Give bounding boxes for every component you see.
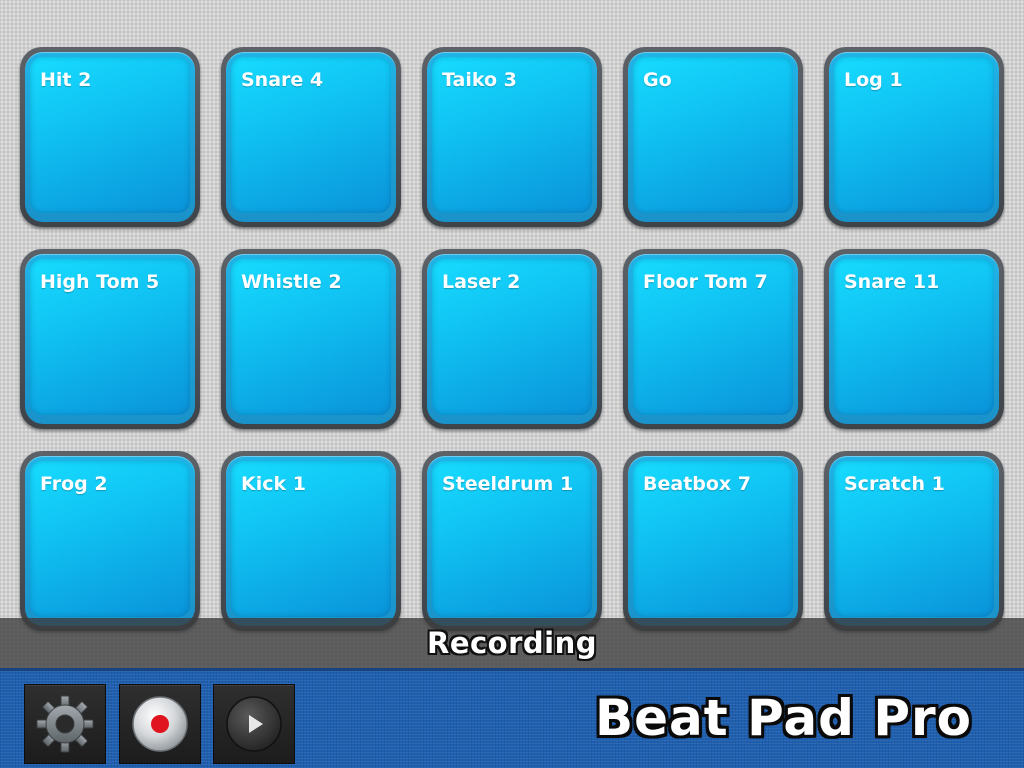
pad-label: Scratch 1: [844, 473, 945, 495]
pad-snare-11[interactable]: Snare 11: [824, 249, 1004, 429]
recording-status-bar: Recording: [0, 618, 1024, 668]
record-button[interactable]: [119, 684, 201, 764]
pad-go[interactable]: Go: [623, 47, 803, 227]
pad-laser-2[interactable]: Laser 2: [422, 249, 602, 429]
pad-label: Hit 2: [40, 69, 92, 91]
recording-status-text: Recording: [426, 626, 598, 660]
pad-label: Taiko 3: [442, 69, 517, 91]
pad-label: Laser 2: [442, 271, 521, 293]
pad-snare-4[interactable]: Snare 4: [221, 47, 401, 227]
app-logo: Beat Pad Pro: [595, 689, 972, 747]
settings-button[interactable]: [24, 684, 106, 764]
pad-label: Beatbox 7: [643, 473, 752, 495]
pad-label: Snare 11: [844, 271, 940, 293]
pad-label: Steeldrum 1: [442, 473, 574, 495]
gear-icon: [36, 695, 94, 753]
pad-label: Kick 1: [241, 473, 306, 495]
pad-steeldrum-1[interactable]: Steeldrum 1: [422, 451, 602, 631]
pad-log-1[interactable]: Log 1: [824, 47, 1004, 227]
play-button[interactable]: [213, 684, 295, 764]
pad-label: Log 1: [844, 69, 903, 91]
pad-floor-tom-7[interactable]: Floor Tom 7: [623, 249, 803, 429]
pad-scratch-1[interactable]: Scratch 1: [824, 451, 1004, 631]
pad-label: Whistle 2: [241, 271, 342, 293]
pad-hit-2[interactable]: Hit 2: [20, 47, 200, 227]
pad-high-tom-5[interactable]: High Tom 5: [20, 249, 200, 429]
pad-label: Snare 4: [241, 69, 324, 91]
pad-label: Frog 2: [40, 473, 108, 495]
pad-label: Go: [643, 69, 672, 91]
pad-label: Floor Tom 7: [643, 271, 768, 293]
pad-label: High Tom 5: [40, 271, 160, 293]
pad-kick-1[interactable]: Kick 1: [221, 451, 401, 631]
play-icon: [226, 696, 282, 752]
beat-pad-grid: Hit 2 Snare 4 Taiko 3 Go Log 1 High Tom …: [20, 47, 1004, 631]
pad-frog-2[interactable]: Frog 2: [20, 451, 200, 631]
pad-beatbox-7[interactable]: Beatbox 7: [623, 451, 803, 631]
record-icon: [132, 696, 188, 752]
pad-taiko-3[interactable]: Taiko 3: [422, 47, 602, 227]
bottom-toolbar: Beat Pad Pro: [0, 668, 1024, 768]
pad-whistle-2[interactable]: Whistle 2: [221, 249, 401, 429]
